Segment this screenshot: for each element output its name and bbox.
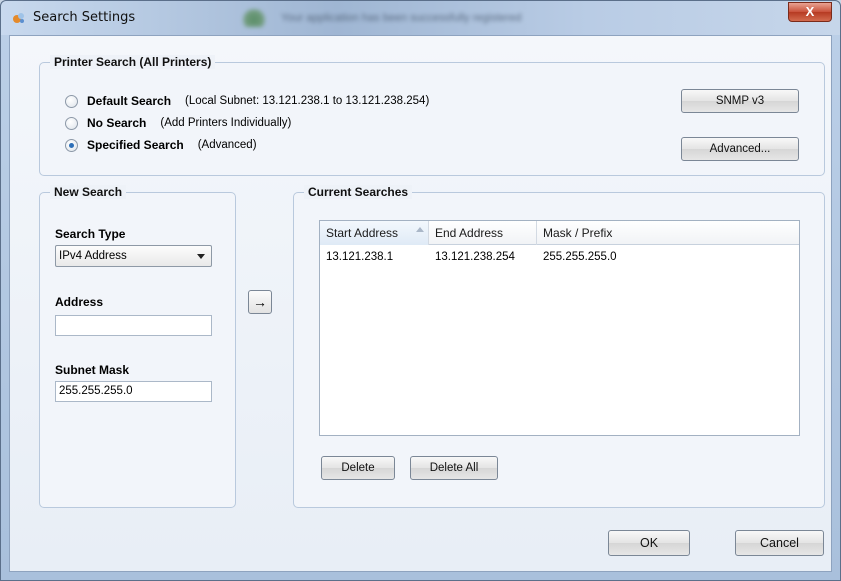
radio-description: (Advanced)	[197, 139, 257, 151]
new-search-group-title: New Search	[50, 185, 127, 199]
radio-specified-search[interactable]: Specified Search (Advanced)	[65, 137, 257, 153]
printer-search-icon	[13, 13, 24, 23]
address-input[interactable]	[55, 315, 212, 336]
column-header-end-address[interactable]: End Address	[429, 221, 537, 245]
cell-start-address: 13.121.238.1	[326, 251, 394, 263]
radio-button[interactable]	[65, 116, 78, 130]
column-header-label: Start Address	[326, 226, 399, 240]
arrow-right-icon: →	[253, 294, 267, 310]
column-header-mask-prefix[interactable]: Mask / Prefix	[537, 221, 799, 245]
banner-icon	[241, 9, 267, 27]
close-button[interactable]: X	[788, 2, 832, 22]
search-type-select[interactable]: IPv4 Address	[55, 245, 212, 267]
delete-all-button[interactable]: Delete All	[410, 456, 498, 480]
search-type-value: IPv4 Address	[59, 250, 127, 262]
column-header-start-address[interactable]: Start Address	[320, 221, 429, 245]
notification-banner: Your application has been successfully r…	[241, 9, 631, 27]
radio-label: No Search	[87, 116, 147, 130]
add-search-button[interactable]: →	[248, 290, 272, 314]
printer-search-group: Printer Search (All Printers) Default Se…	[39, 55, 825, 176]
subnet-mask-input[interactable]: 255.255.255.0	[55, 381, 212, 402]
radio-button[interactable]	[65, 94, 78, 108]
new-search-group: New Search Search Type IPv4 Address Addr…	[39, 185, 236, 508]
radio-button-selected[interactable]	[65, 138, 78, 152]
window-title: Search Settings	[33, 10, 136, 25]
radio-label: Specified Search	[87, 138, 184, 152]
radio-description: (Add Printers Individually)	[160, 117, 292, 129]
dialog-body: Printer Search (All Printers) Default Se…	[10, 36, 831, 571]
banner-text: Your application has been successfully r…	[281, 12, 522, 24]
current-searches-table[interactable]: Start Address End Address Mask / Prefix …	[319, 220, 800, 436]
table-row[interactable]: 13.121.238.1 13.121.238.254 255.255.255.…	[320, 247, 799, 267]
column-header-label: End Address	[435, 226, 504, 240]
search-type-label: Search Type	[55, 227, 126, 241]
title-bar[interactable]: Search Settings Your application has bee…	[1, 1, 840, 35]
radio-no-search[interactable]: No Search (Add Printers Individually)	[65, 115, 291, 131]
radio-description: (Local Subnet: 13.121.238.1 to 13.121.23…	[185, 95, 430, 107]
chevron-down-icon	[197, 254, 205, 259]
snmp-v3-button[interactable]: SNMP v3	[681, 89, 799, 113]
address-label: Address	[55, 295, 104, 309]
current-searches-group: Current Searches Start Address End Addre…	[293, 185, 825, 508]
close-icon: X	[805, 4, 815, 19]
cell-end-address: 13.121.238.254	[435, 251, 515, 263]
subnet-mask-label: Subnet Mask	[55, 363, 130, 377]
cell-mask-prefix: 255.255.255.0	[543, 251, 617, 263]
current-searches-group-title: Current Searches	[304, 185, 413, 199]
advanced-button[interactable]: Advanced...	[681, 137, 799, 161]
sort-ascending-icon	[416, 227, 424, 232]
radio-label: Default Search	[87, 94, 172, 108]
dialog-client-area: Printer Search (All Printers) Default Se…	[9, 35, 832, 572]
cancel-button[interactable]: Cancel	[735, 530, 824, 556]
radio-default-search[interactable]: Default Search (Local Subnet: 13.121.238…	[65, 93, 429, 109]
table-header: Start Address End Address Mask / Prefix	[320, 221, 799, 245]
column-header-label: Mask / Prefix	[543, 226, 613, 240]
dialog-window: Search Settings Your application has bee…	[0, 0, 841, 581]
delete-button[interactable]: Delete	[321, 456, 395, 480]
printer-search-group-title: Printer Search (All Printers)	[50, 55, 216, 69]
ok-button[interactable]: OK	[608, 530, 690, 556]
